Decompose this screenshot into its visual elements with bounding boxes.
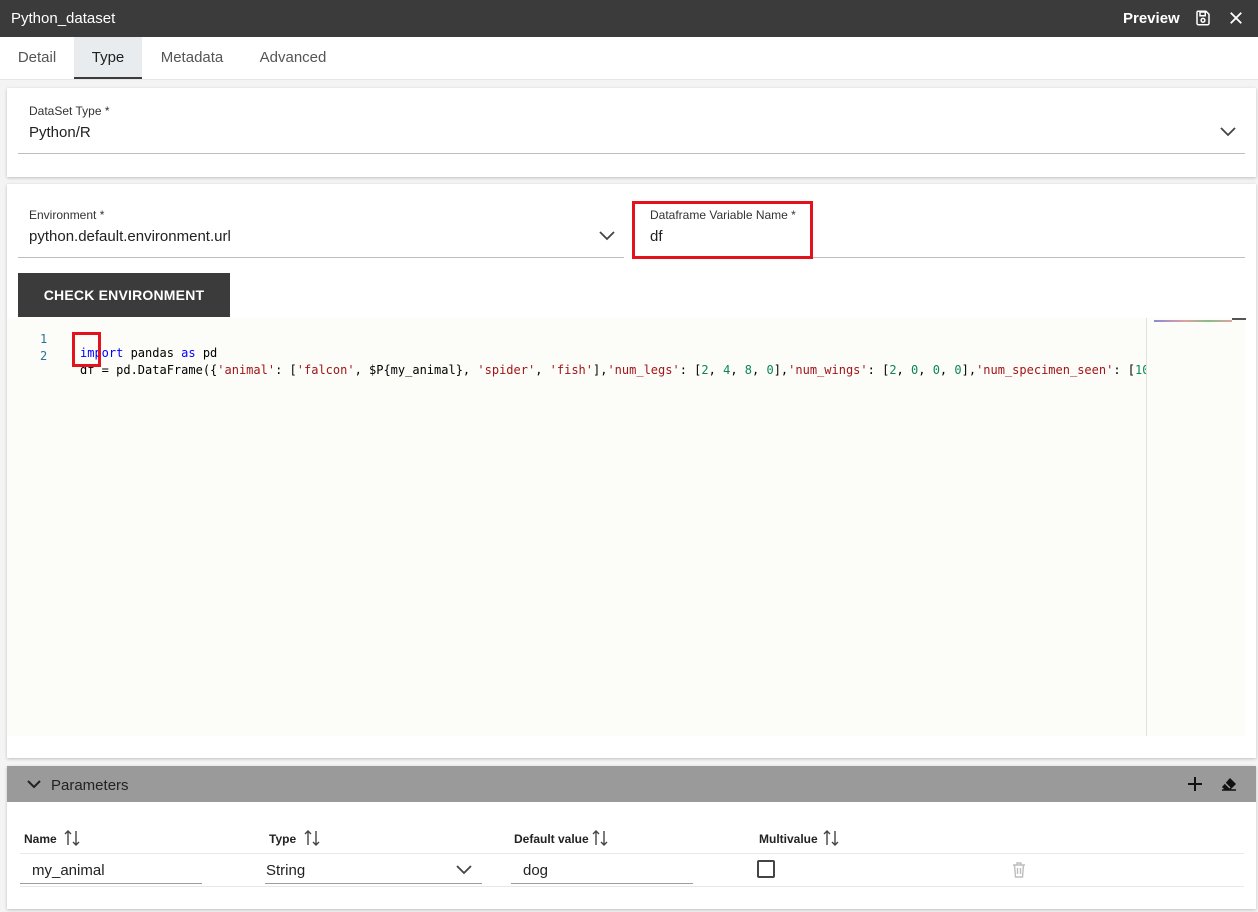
param-default-value-underline: [511, 883, 693, 884]
highlight-box: [632, 201, 813, 259]
sort-icon[interactable]: [303, 829, 321, 847]
check-environment-button[interactable]: CHECK ENVIRONMENT: [18, 273, 230, 317]
add-icon[interactable]: [1188, 777, 1202, 791]
eraser-icon[interactable]: [1221, 777, 1237, 791]
param-name-underline: [20, 883, 202, 884]
environment-label: Environment *: [29, 208, 105, 222]
tab-type[interactable]: Type: [74, 37, 142, 79]
line-number: 2: [40, 349, 48, 363]
column-header-name[interactable]: Name: [24, 832, 57, 846]
sort-icon[interactable]: [822, 829, 840, 847]
close-icon[interactable]: [1227, 9, 1245, 27]
tab-metadata[interactable]: Metadata: [142, 37, 242, 79]
sort-icon[interactable]: [63, 829, 81, 847]
dataset-type-underline: [18, 153, 1245, 154]
column-header-default-value[interactable]: Default value: [514, 832, 589, 846]
minimap-slider[interactable]: [1232, 318, 1246, 320]
highlight-box: [72, 332, 101, 367]
trash-icon[interactable]: [1012, 862, 1026, 878]
code-minimap[interactable]: [1146, 318, 1246, 736]
preview-button[interactable]: Preview: [1123, 10, 1180, 27]
code-line-text: df = pd.DataFrame({'animal': ['falcon', …: [80, 363, 1193, 377]
tab-advanced[interactable]: Advanced: [242, 37, 344, 79]
sort-icon[interactable]: [591, 829, 609, 847]
dataset-type-card: DataSet Type * Python/R: [7, 88, 1256, 177]
row-divider: [20, 886, 1244, 887]
param-default-value-input[interactable]: dog: [523, 862, 548, 879]
row-divider: [20, 853, 1244, 854]
code-line: 2 df = pd.DataFrame({'animal': ['falcon'…: [7, 335, 1193, 377]
parameters-panel: Parameters Name Type Default value Multi…: [7, 766, 1256, 909]
code-line: 1 import pandas as pd: [7, 318, 217, 360]
dataset-type-select[interactable]: Python/R: [29, 124, 91, 141]
param-type-underline: [265, 883, 482, 884]
chevron-down-icon[interactable]: [599, 231, 615, 241]
code-editor[interactable]: 1 import pandas as pd 2 df = pd.DataFram…: [7, 318, 1193, 736]
param-type-select[interactable]: String: [266, 862, 305, 879]
chevron-down-icon[interactable]: [27, 779, 41, 789]
chevron-down-icon[interactable]: [1220, 127, 1236, 137]
tab-bar: Detail Type Metadata Advanced: [0, 37, 1258, 80]
column-header-multivalue[interactable]: Multivalue: [759, 832, 818, 846]
column-header-type[interactable]: Type: [269, 832, 296, 846]
environment-card: Environment * python.default.environment…: [7, 184, 1256, 758]
chevron-down-icon[interactable]: [456, 865, 472, 875]
multivalue-checkbox[interactable]: [757, 860, 775, 878]
title-bar: Python_dataset Preview: [0, 0, 1258, 37]
tab-detail[interactable]: Detail: [0, 37, 74, 79]
parameters-title: Parameters: [51, 777, 129, 794]
param-name-input[interactable]: my_animal: [32, 862, 105, 879]
environment-underline: [18, 257, 624, 258]
environment-select[interactable]: python.default.environment.url: [29, 228, 231, 245]
minimap-line: [1154, 320, 1232, 322]
window-title: Python_dataset: [11, 10, 116, 27]
parameters-header[interactable]: Parameters: [7, 766, 1256, 802]
save-icon[interactable]: [1194, 9, 1212, 27]
dataset-type-label: DataSet Type *: [29, 104, 110, 118]
